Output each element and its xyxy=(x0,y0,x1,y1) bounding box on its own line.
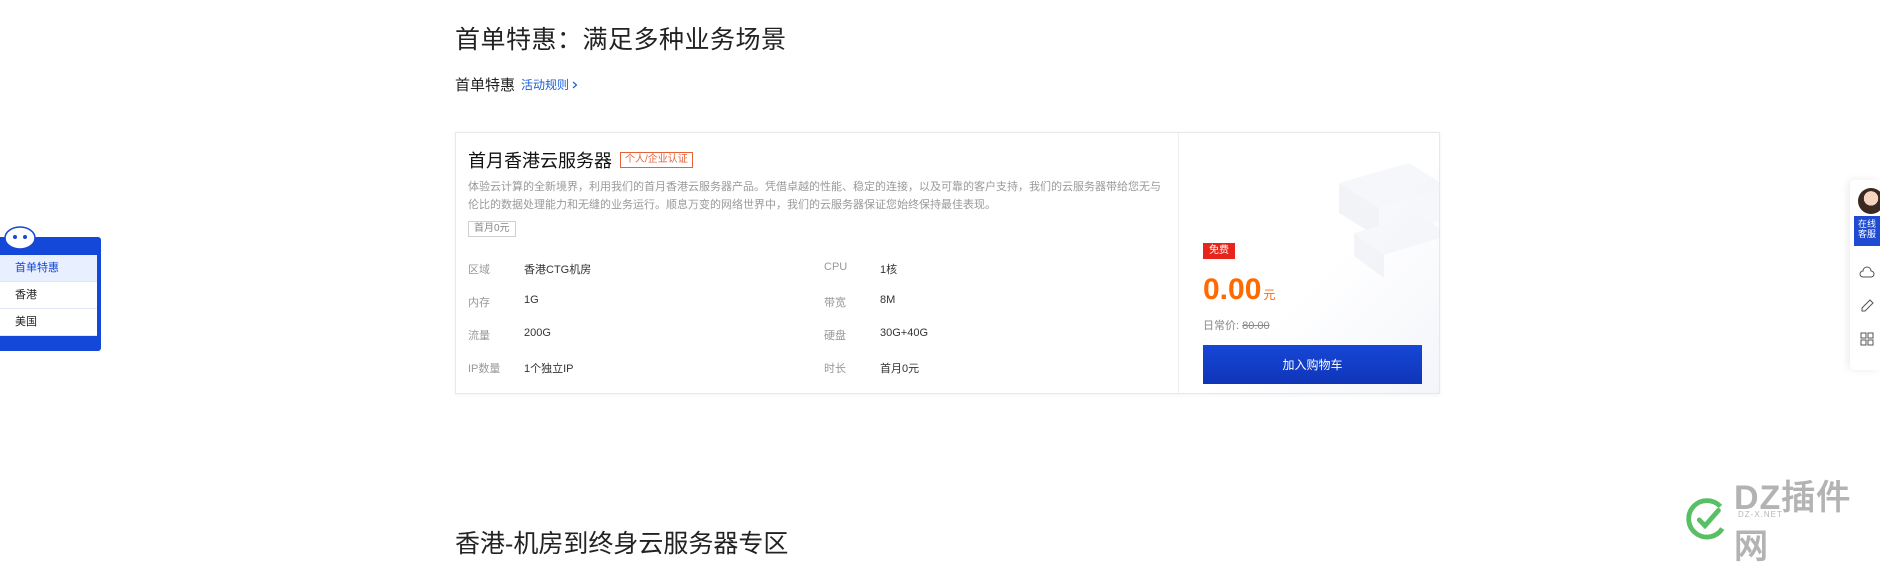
product-description: 体验云计算的全新境界，利用我们的首月香港云服务器产品。凭借卓越的性能、稳定的连接… xyxy=(468,181,1161,211)
server-illustration-icon xyxy=(1339,163,1439,278)
side-nav-list: 首单特惠 香港 美国 xyxy=(0,255,97,336)
price-value: 0.00 xyxy=(1203,273,1262,306)
side-nav-item-first-order[interactable]: 首单特惠 xyxy=(0,255,97,282)
original-price-value: 80.00 xyxy=(1242,320,1270,332)
side-nav-item-hongkong[interactable]: 香港 xyxy=(0,282,97,309)
spec-label: 带宽 xyxy=(824,297,846,309)
right-toolbar: 在线客服 xyxy=(1850,180,1880,370)
spec-value: 1核 xyxy=(880,264,898,276)
watermark-text: DZ插件网 xyxy=(1733,479,1852,566)
spec-label: 硬盘 xyxy=(824,330,846,342)
cloud-icon[interactable] xyxy=(1859,265,1875,281)
add-to-cart-button[interactable]: 加入购物车 xyxy=(1203,345,1422,384)
spec-region: 区域 香港CTG机房 xyxy=(468,261,591,277)
side-nav-item-usa[interactable]: 美国 xyxy=(0,309,97,336)
spec-disk: 硬盘 30G+40G xyxy=(824,327,928,343)
spec-value: 1个独立IP xyxy=(524,363,574,375)
spec-label: 区域 xyxy=(468,264,490,276)
chevron-right-icon xyxy=(572,81,578,88)
side-nav: 首单特惠 香港 美国 xyxy=(0,237,101,351)
spec-label: 流量 xyxy=(468,330,490,342)
product-name: 首月香港云服务器 xyxy=(468,151,612,171)
spec-cpu: CPU 1核 xyxy=(824,261,897,277)
subtitle-row: 首单特惠 活动规则 xyxy=(455,74,579,95)
spec-value: 首月0元 xyxy=(880,363,920,375)
watermark-subtext: DZ-X.NET xyxy=(1738,510,1783,519)
customer-service-button[interactable]: 在线客服 xyxy=(1854,216,1880,246)
spec-value: 1G xyxy=(524,294,539,306)
promo-chip: 首月0元 xyxy=(468,221,516,237)
spec-value: 30G+40G xyxy=(880,327,929,339)
spec-memory: 内存 1G xyxy=(468,294,539,310)
spec-label: 时长 xyxy=(824,363,846,375)
purchase-panel: 免费 0.00 元 日常价: 80.00 加入购物车 xyxy=(1179,133,1439,393)
spec-traffic: 流量 200G xyxy=(468,327,551,343)
edit-icon[interactable] xyxy=(1859,298,1875,314)
avatar[interactable] xyxy=(1858,188,1880,214)
spec-label: CPU xyxy=(824,261,848,273)
price: 0.00 元 xyxy=(1203,273,1275,307)
spec-value: 香港CTG机房 xyxy=(524,264,592,276)
free-badge: 免费 xyxy=(1203,243,1235,259)
price-currency: 元 xyxy=(1263,288,1276,302)
original-price: 日常价: 80.00 xyxy=(1203,317,1270,333)
product-card: 首月香港云服务器 个人/企业认证 体验云计算的全新境界，利用我们的首月香港云服务… xyxy=(455,132,1440,394)
rules-link-label: 活动规则 xyxy=(521,78,570,92)
original-price-label: 日常价: xyxy=(1203,320,1240,332)
section-title: 首单特惠：满足多种业务场景 xyxy=(455,26,787,54)
rules-link[interactable]: 活动规则 xyxy=(521,76,579,93)
spec-label: 内存 xyxy=(468,297,490,309)
product-name-row: 首月香港云服务器 个人/企业认证 xyxy=(468,147,693,173)
spec-duration: 时长 首月0元 xyxy=(824,360,919,376)
subtitle: 首单特惠 xyxy=(455,77,516,94)
robot-mascot-icon xyxy=(4,226,36,250)
certification-tag: 个人/企业认证 xyxy=(620,152,693,168)
product-info: 首月香港云服务器 个人/企业认证 体验云计算的全新境界，利用我们的首月香港云服务… xyxy=(456,133,1179,393)
spec-value: 8M xyxy=(880,294,896,306)
watermark: DZ插件网 DZ-X.NET xyxy=(1682,470,1880,568)
next-section-title: 香港-机房到终身云服务器专区 xyxy=(455,530,789,558)
spec-ip: IP数量 1个独立IP xyxy=(468,360,574,376)
spec-value: 200G xyxy=(524,327,551,339)
apps-grid-icon[interactable] xyxy=(1859,331,1875,347)
spec-label: IP数量 xyxy=(468,363,501,375)
spec-bandwidth: 带宽 8M xyxy=(824,294,895,310)
